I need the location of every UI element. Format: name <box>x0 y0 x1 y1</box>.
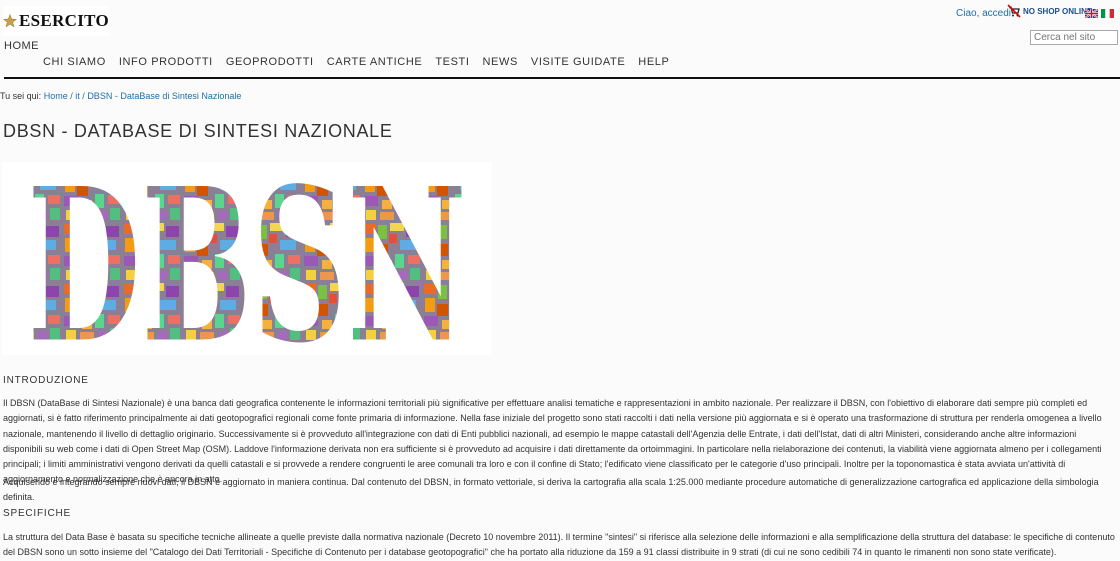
login-link[interactable]: Ciao, accedi <box>956 8 1011 19</box>
breadcrumb-prefix: Tu sei qui: <box>0 91 42 101</box>
header-divider <box>4 77 1120 79</box>
language-switcher <box>1085 9 1114 18</box>
intro-paragraph: Il DBSN (DataBase di Sintesi Nazionale) … <box>3 398 1102 485</box>
intro-paragraph-2: Acquisendo e integrando sempre nuovi dat… <box>3 477 1099 503</box>
nav-item-help[interactable]: HELP <box>638 56 669 68</box>
brand-name: ESERCITO <box>19 11 109 30</box>
nav-item-testi[interactable]: TESTI <box>435 56 469 68</box>
spec-heading: SPECIFICHE <box>3 508 72 519</box>
nav-item-visite-guidate[interactable]: VISITE GUIDATE <box>531 56 625 68</box>
page-title: DBSN - DATABASE DI SINTESI NAZIONALE <box>3 121 393 141</box>
no-shop-label: NO SHOP ONLINE <box>1023 6 1093 16</box>
site-logo[interactable]: ESERCITO <box>3 6 109 36</box>
breadcrumb: Tu sei qui: Home / it / DBSN - DataBase … <box>0 91 241 101</box>
breadcrumb-separator: / <box>82 91 85 101</box>
spec-paragraph: La struttura del Data Base è basata su s… <box>3 532 1115 558</box>
breadcrumb-home[interactable]: Home <box>44 91 68 101</box>
no-cart-icon <box>1007 4 1021 18</box>
nav-item-chi-siamo[interactable]: CHI SIAMO <box>43 56 106 68</box>
main-nav: CHI SIAMO INFO PRODOTTI GEOPRODOTTI CART… <box>43 56 682 68</box>
star-emblem-icon <box>3 13 18 28</box>
italy-flag-icon[interactable] <box>1101 9 1114 18</box>
nav-item-geoprodotti[interactable]: GEOPRODOTTI <box>226 56 314 68</box>
nav-item-carte-antiche[interactable]: CARTE ANTICHE <box>327 56 423 68</box>
breadcrumb-current[interactable]: DBSN - DataBase di Sintesi Nazionale <box>87 91 241 101</box>
nav-item-news[interactable]: NEWS <box>483 56 518 68</box>
dbsn-banner-image: DBSN <box>2 141 492 391</box>
search-input[interactable] <box>1030 30 1118 45</box>
breadcrumb-separator: / <box>70 91 73 101</box>
uk-flag-icon[interactable] <box>1085 9 1098 18</box>
intro-heading: INTRODUZIONE <box>3 375 89 386</box>
banner-text: DBSN <box>27 162 467 355</box>
nav-home[interactable]: HOME <box>4 40 39 52</box>
breadcrumb-it[interactable]: it <box>75 91 80 101</box>
no-shop-badge[interactable]: NO SHOP ONLINE <box>1007 4 1092 18</box>
nav-item-info-prodotti[interactable]: INFO PRODOTTI <box>119 56 213 68</box>
